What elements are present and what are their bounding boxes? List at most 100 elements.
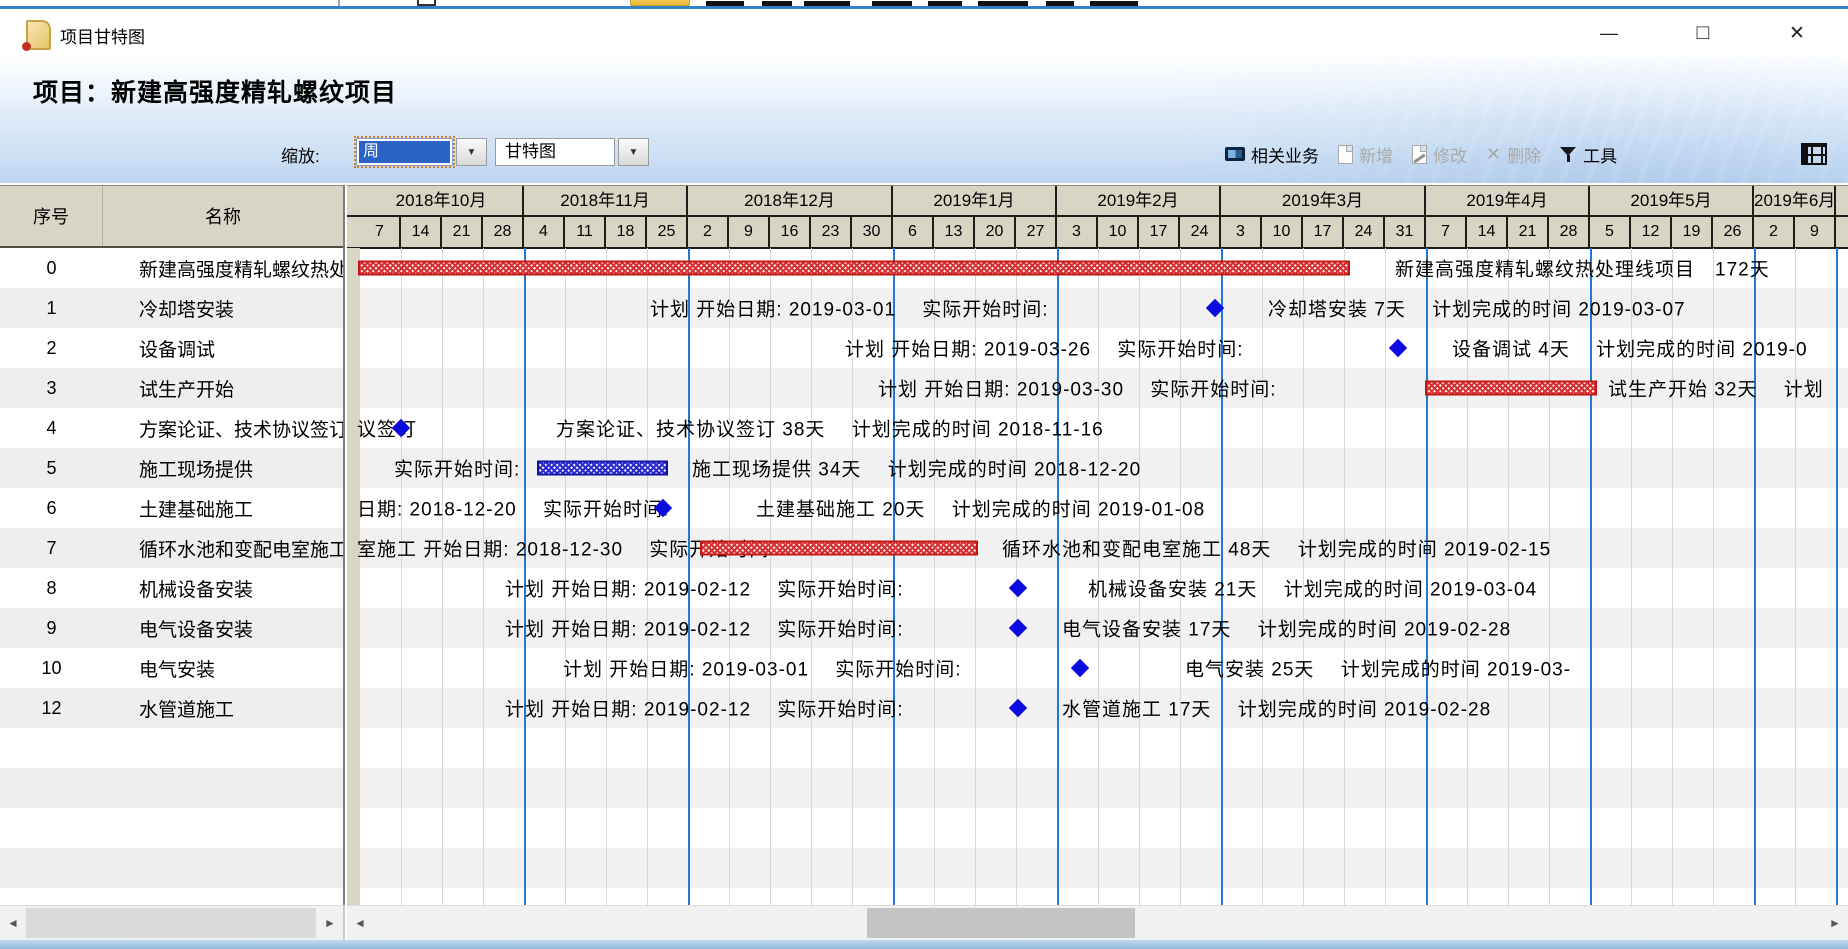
week-header-cell: 5 [1590, 217, 1631, 249]
scrollbar-thumb[interactable] [26, 908, 316, 938]
related-business-button[interactable]: 相关业务 [1222, 142, 1322, 167]
gantt-bar-blue[interactable] [537, 461, 668, 476]
week-header-cell: 10 [1098, 217, 1139, 249]
week-header-cell: 4 [524, 217, 565, 249]
gantt-timeline-header: 2018年10月2018年11月2018年12月2019年1月2019年2月20… [347, 185, 1848, 248]
grid-view-button[interactable] [1795, 140, 1833, 168]
button-label: 工具 [1583, 142, 1617, 167]
table-row[interactable]: 5施工现场提供 [0, 448, 343, 488]
gantt-row-label: 土建基础施工 20天 计划完成的时间 2019-01-08 [756, 495, 1205, 522]
scroll-right-arrow[interactable]: ► [1822, 906, 1848, 940]
scroll-right-arrow[interactable]: ► [317, 906, 343, 940]
week-header-cell: 26 [1713, 217, 1754, 249]
zoom-selected-value: 周 [359, 141, 450, 163]
view-select[interactable]: 甘特图 [495, 138, 615, 166]
week-header-cell: 7 [360, 217, 401, 249]
window-top-border [0, 6, 1848, 9]
task-index-cell: 5 [0, 458, 103, 479]
gantt-row-left-label: 计划 开始日期: 2019-02-12 实际开始时间: [505, 695, 904, 722]
week-grid-line [483, 248, 484, 905]
minimize-button[interactable]: — [1586, 17, 1632, 49]
close-button[interactable]: ✕ [1774, 17, 1820, 49]
week-header-cell: 14 [1467, 217, 1508, 249]
table-row-empty [0, 728, 343, 768]
table-row[interactable]: 1冷却塔安装 [0, 288, 343, 328]
task-name-cell: 方案论证、技术协议签订 [103, 415, 343, 442]
button-label: 修改 [1433, 142, 1467, 167]
table-row-empty [0, 808, 343, 848]
week-header-cell: 24 [1344, 217, 1385, 249]
gantt-row-label: 冷却塔安装 7天 计划完成的时间 2019-03-07 [1268, 295, 1686, 322]
related-business-icon [1225, 147, 1245, 161]
table-row[interactable]: 7循环水池和变配电室施工 [0, 528, 343, 568]
table-row[interactable]: 2设备调试 [0, 328, 343, 368]
week-header-cell: 21 [442, 217, 483, 249]
task-index-cell: 9 [0, 618, 103, 639]
gantt-row-label: 电气设备安装 17天 计划完成的时间 2019-02-28 [1062, 615, 1511, 642]
task-name-cell: 电气设备安装 [103, 615, 343, 642]
week-header-cell: 18 [606, 217, 647, 249]
month-header-cell: 2019年3月 [1221, 186, 1426, 217]
table-row[interactable]: 9电气设备安装 [0, 608, 343, 648]
table-row[interactable]: 8机械设备安装 [0, 568, 343, 608]
week-header-cell: 3 [1057, 217, 1098, 249]
table-row[interactable]: 6土建基础施工 [0, 488, 343, 528]
scroll-left-arrow[interactable]: ◄ [347, 906, 373, 940]
scrollbar-thumb[interactable] [867, 908, 1135, 938]
week-grid-line [401, 248, 402, 905]
gantt-bar-red[interactable] [1425, 381, 1597, 396]
month-header-cell: 2018年12月 [688, 186, 893, 217]
gantt-bar-red[interactable] [700, 541, 978, 556]
task-name-cell: 冷却塔安装 [103, 295, 343, 322]
gantt-row-left-label: 计划 开始日期: 2019-02-12 实际开始时间: [505, 575, 904, 602]
month-header-cell: 2019年6月 [1754, 186, 1836, 217]
table-row[interactable]: 3试生产开始 [0, 368, 343, 408]
project-header-band: 项目：新建高强度精轧螺纹项目 [0, 55, 1848, 125]
week-header-cell: 30 [852, 217, 893, 249]
table-row[interactable]: 10电气安装 [0, 648, 343, 688]
task-table-pane: 序号 名称 0新建高强度精轧螺纹热处理线项目1冷却塔安装2设备调试3试生产开始4… [0, 185, 345, 905]
table-row-empty [0, 848, 343, 888]
task-name-cell: 水管道施工 [103, 695, 343, 722]
tools-button[interactable]: 工具 [1557, 142, 1620, 167]
week-header-cell: 25 [647, 217, 688, 249]
zoom-select[interactable]: 周 [356, 138, 453, 166]
delete-x-icon: ✕ [1486, 145, 1501, 163]
gantt-row-label: 循环水池和变配电室施工 48天 计划完成的时间 2019-02-15 [1002, 535, 1551, 562]
gantt-horizontal-scrollbar[interactable]: ◄ ► [347, 905, 1848, 940]
table-row[interactable]: 12水管道施工 [0, 688, 343, 728]
week-header-cell: 19 [1672, 217, 1713, 249]
week-header-cell: 2 [688, 217, 729, 249]
week-header-cell: 16 [770, 217, 811, 249]
grid-view-icon [1801, 143, 1827, 165]
gantt-row-label: 方案论证、技术协议签订 38天 计划完成的时间 2018-11-16 [556, 415, 1104, 442]
task-index-cell: 6 [0, 498, 103, 519]
table-row[interactable]: 0新建高强度精轧螺纹热处理线项目 [0, 248, 343, 288]
gantt-bar-red[interactable] [358, 261, 1350, 276]
edit-document-icon [1412, 145, 1427, 164]
task-table-body: 0新建高强度精轧螺纹热处理线项目1冷却塔安装2设备调试3试生产开始4方案论证、技… [0, 248, 343, 905]
task-index-cell: 7 [0, 538, 103, 559]
chevron-down-icon[interactable]: ▼ [456, 138, 487, 166]
week-header-cell: 9 [729, 217, 770, 249]
chevron-down-icon[interactable]: ▼ [618, 138, 649, 166]
gantt-row-label: 水管道施工 17天 计划完成的时间 2019-02-28 [1062, 695, 1491, 722]
toolbar-button-group: 相关业务 新增 修改 ✕ 删除 工具 [1222, 139, 1620, 169]
gantt-row-label: 施工现场提供 34天 计划完成的时间 2018-12-20 [692, 455, 1141, 482]
week-grid-line [442, 248, 443, 905]
week-header-cell: 13 [934, 217, 975, 249]
maximize-button[interactable]: □ [1680, 17, 1726, 49]
gantt-row-left-label: 计划 开始日期: 2019-03-01 实际开始时间: [650, 295, 1049, 322]
column-header-name: 名称 [103, 186, 343, 246]
week-header-cell: 27 [1016, 217, 1057, 249]
table-horizontal-scrollbar[interactable]: ◄ ► [0, 905, 345, 940]
modify-button: 修改 [1409, 142, 1470, 167]
table-row[interactable]: 4方案论证、技术协议签订 [0, 408, 343, 448]
window-bottom-border [0, 940, 1848, 949]
task-index-cell: 1 [0, 298, 103, 319]
month-header-cell: 2018年10月 [360, 186, 524, 217]
task-name-cell: 新建高强度精轧螺纹热处理线项目 [103, 255, 343, 282]
task-name-cell: 施工现场提供 [103, 455, 343, 482]
scroll-left-arrow[interactable]: ◄ [0, 906, 26, 940]
gantt-row-left-label: 计划 开始日期: 2019-03-30 实际开始时间: [878, 375, 1277, 402]
